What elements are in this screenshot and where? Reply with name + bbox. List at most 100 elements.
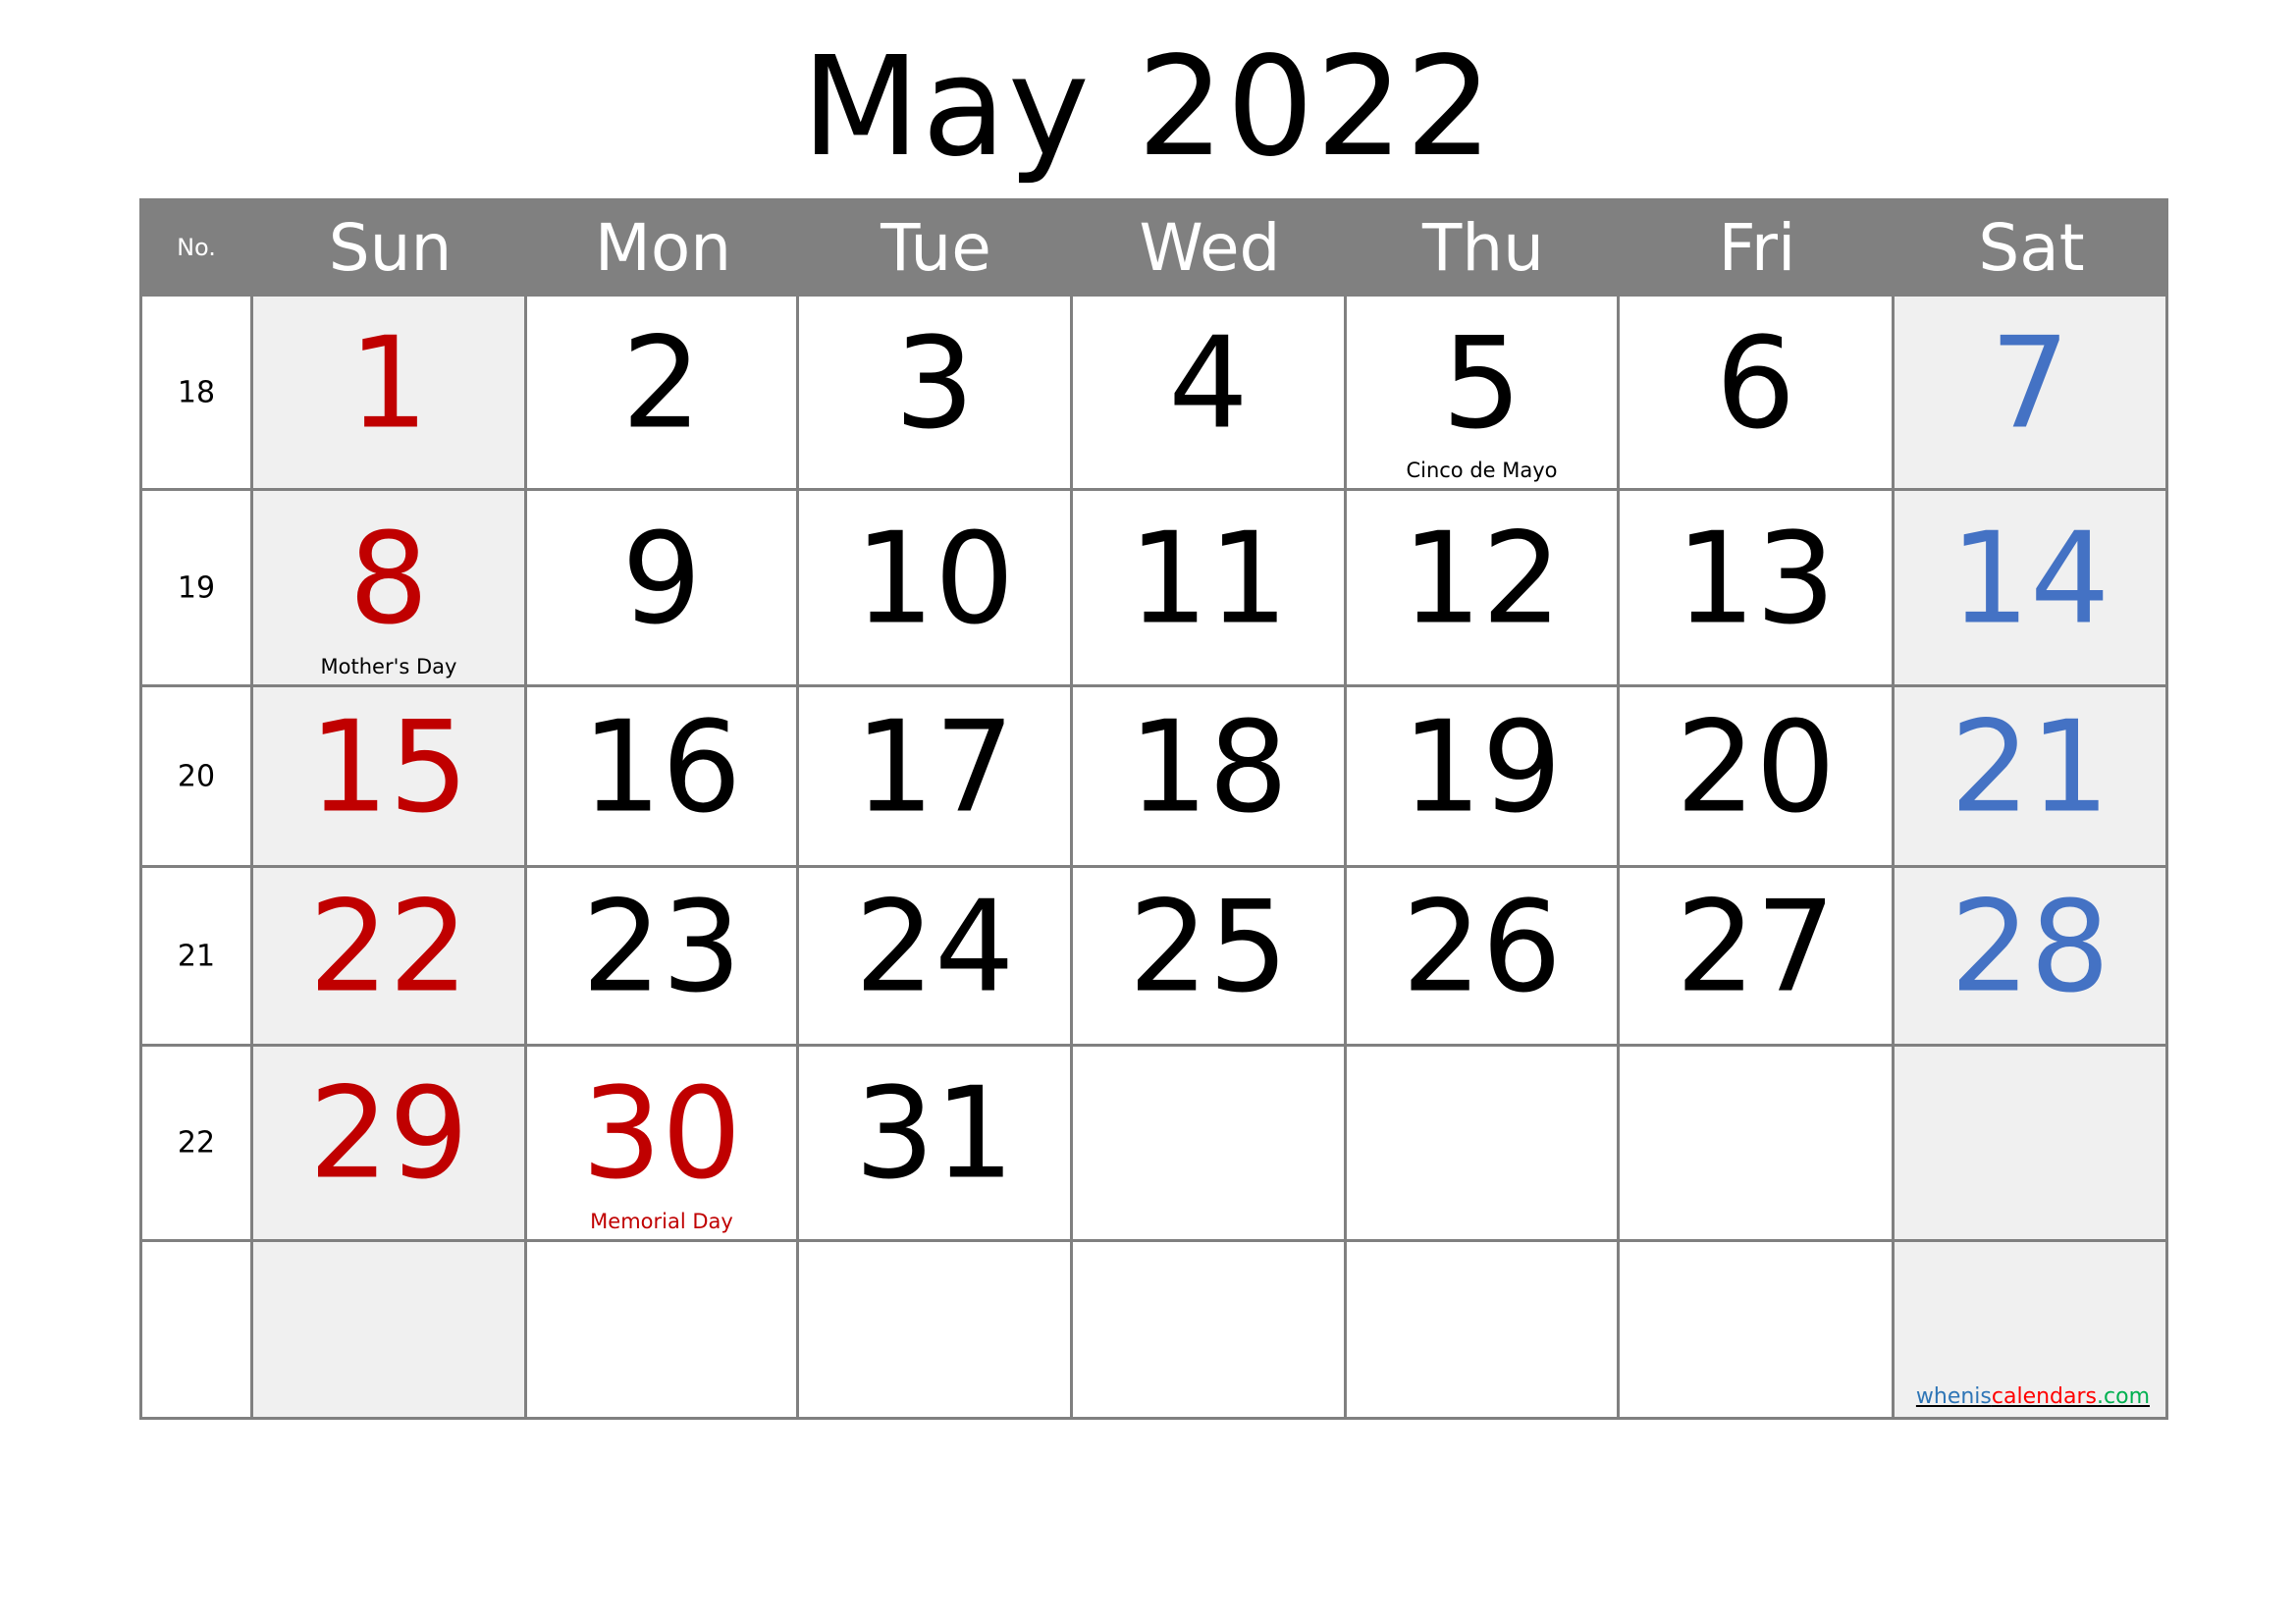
day-cell[interactable]: 26 <box>1347 868 1620 1047</box>
day-number: 4 <box>1168 310 1249 458</box>
day-number: 15 <box>308 694 469 841</box>
weekday-header-thu: Thu <box>1422 209 1544 286</box>
day-number: 25 <box>1128 874 1289 1021</box>
day-cell[interactable] <box>253 1242 527 1420</box>
day-cell[interactable]: 4 <box>1073 297 1347 491</box>
day-cell[interactable]: 10 <box>799 491 1073 687</box>
day-number: 13 <box>1676 506 1836 653</box>
day-cell[interactable]: 15 <box>253 687 527 868</box>
day-cell[interactable] <box>1073 1047 1347 1242</box>
weekday-header-fri: Fri <box>1718 209 1796 286</box>
week-number-cell: 22 <box>139 1047 253 1242</box>
day-number: 14 <box>1949 506 2110 653</box>
day-cell[interactable]: 28 <box>1895 868 2168 1047</box>
day-number: 3 <box>894 310 975 458</box>
day-number: 31 <box>854 1060 1015 1208</box>
day-number: 20 <box>1676 694 1836 841</box>
day-cell[interactable] <box>1895 1047 2168 1242</box>
day-number: 17 <box>854 694 1015 841</box>
day-number: 26 <box>1402 874 1562 1021</box>
watermark-part1: whenis <box>1915 1384 1992 1409</box>
week-number-header: No. <box>177 234 216 261</box>
day-cell[interactable]: 11 <box>1073 491 1347 687</box>
day-cell[interactable] <box>799 1242 1073 1420</box>
week-number-cell: 18 <box>139 297 253 491</box>
week-number-cell <box>139 1242 253 1420</box>
weekday-header-row: No. Sun Mon Tue Wed Thu Fri Sat <box>139 198 2168 297</box>
week-number: 20 <box>177 759 216 793</box>
watermark-link[interactable]: wheniscalendars.com <box>1916 1384 2150 1409</box>
day-cell[interactable]: 12 <box>1347 491 1620 687</box>
day-number: 24 <box>854 874 1015 1021</box>
week-number-cell: 20 <box>139 687 253 868</box>
week-number: 22 <box>177 1125 216 1161</box>
day-cell[interactable]: 19 <box>1347 687 1620 868</box>
day-number: 28 <box>1949 874 2110 1021</box>
day-cell[interactable]: 25 <box>1073 868 1347 1047</box>
day-number: 2 <box>621 310 702 458</box>
day-cell[interactable]: 16 <box>527 687 799 868</box>
day-number: 1 <box>348 310 429 458</box>
day-cell[interactable]: 9 <box>527 491 799 687</box>
day-cell[interactable]: 21 <box>1895 687 2168 868</box>
day-cell[interactable]: 29 <box>253 1047 527 1242</box>
watermark-part2: calendars <box>1991 1384 2098 1409</box>
calendar-grid: No. Sun Mon Tue Wed Thu Fri Sat 18 1 2 3 4 5 Cinco de… <box>139 198 2168 1420</box>
day-cell[interactable]: 24 <box>799 868 1073 1047</box>
day-number: 16 <box>581 694 742 841</box>
day-cell[interactable] <box>1620 1047 1895 1242</box>
day-cell[interactable]: 27 <box>1620 868 1895 1047</box>
day-cell[interactable] <box>1073 1242 1347 1420</box>
day-number: 5 <box>1441 310 1522 458</box>
week-number: 21 <box>177 939 216 973</box>
week-number: 19 <box>177 570 216 605</box>
day-number: 10 <box>854 506 1015 653</box>
day-number: 21 <box>1949 694 2110 841</box>
week-number-cell: 21 <box>139 868 253 1047</box>
weekday-header-sun: Sun <box>328 209 453 286</box>
week-number-cell: 19 <box>139 491 253 687</box>
holiday-note: Mother's Day <box>320 655 457 678</box>
day-cell[interactable]: 5 Cinco de Mayo <box>1347 297 1620 491</box>
day-cell[interactable]: 2 <box>527 297 799 491</box>
day-cell[interactable] <box>527 1242 799 1420</box>
holiday-note: Memorial Day <box>590 1210 733 1233</box>
calendar-title: May 2022 <box>801 27 1495 188</box>
day-number: 30 <box>581 1060 742 1208</box>
weekday-header-wed: Wed <box>1139 209 1281 286</box>
day-cell[interactable]: wheniscalendars.com <box>1895 1242 2168 1420</box>
day-cell[interactable]: 20 <box>1620 687 1895 868</box>
day-number: 12 <box>1402 506 1562 653</box>
day-number: 7 <box>1990 310 2070 458</box>
day-number: 19 <box>1402 694 1562 841</box>
day-cell[interactable]: 17 <box>799 687 1073 868</box>
day-number: 27 <box>1676 874 1836 1021</box>
day-cell[interactable]: 8 Mother's Day <box>253 491 527 687</box>
day-cell[interactable] <box>1347 1047 1620 1242</box>
day-cell[interactable]: 22 <box>253 868 527 1047</box>
day-cell[interactable] <box>1347 1242 1620 1420</box>
day-cell[interactable] <box>1620 1242 1895 1420</box>
day-cell[interactable]: 23 <box>527 868 799 1047</box>
week-number: 18 <box>177 375 216 409</box>
day-number: 22 <box>308 874 469 1021</box>
day-cell[interactable]: 1 <box>253 297 527 491</box>
day-number: 9 <box>621 506 702 653</box>
day-cell[interactable]: 7 <box>1895 297 2168 491</box>
day-cell[interactable]: 30 Memorial Day <box>527 1047 799 1242</box>
watermark-part3: .com <box>2097 1384 2150 1409</box>
day-cell[interactable]: 6 <box>1620 297 1895 491</box>
day-cell[interactable]: 18 <box>1073 687 1347 868</box>
weekday-header-tue: Tue <box>881 209 991 286</box>
day-number: 6 <box>1715 310 1796 458</box>
day-cell[interactable]: 3 <box>799 297 1073 491</box>
day-cell[interactable]: 14 <box>1895 491 2168 687</box>
day-number: 18 <box>1128 694 1289 841</box>
day-cell[interactable]: 31 <box>799 1047 1073 1242</box>
day-cell[interactable]: 13 <box>1620 491 1895 687</box>
holiday-note: Cinco de Mayo <box>1406 459 1558 482</box>
day-number: 23 <box>581 874 742 1021</box>
weekday-header-mon: Mon <box>594 209 732 286</box>
day-number: 8 <box>348 506 429 653</box>
weekday-header-sat: Sat <box>1978 209 2085 286</box>
